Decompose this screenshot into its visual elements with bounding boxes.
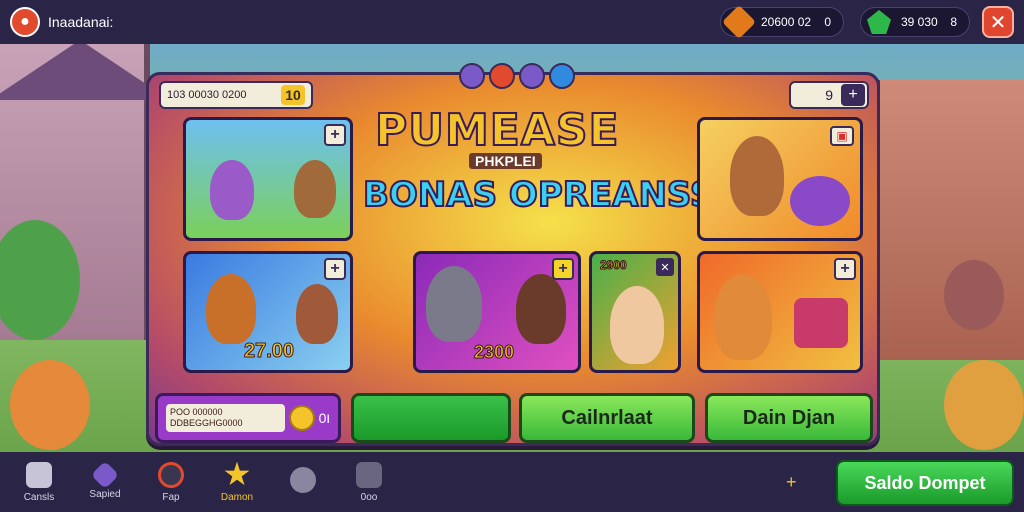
balance-display: 103 00030 0200 10 <box>159 81 313 109</box>
offer-card-6[interactable]: + <box>697 251 863 373</box>
rank-plus-button[interactable]: + <box>841 84 865 106</box>
gift-icon[interactable]: ▣ <box>830 126 854 146</box>
currency-gold-suffix: 0 <box>824 15 831 29</box>
balance-value: 103 00030 0200 <box>167 89 247 101</box>
coin-icon <box>288 405 315 431</box>
nav-label: Fap <box>162 491 180 503</box>
gear-icon <box>290 467 316 493</box>
add-icon[interactable]: + <box>834 258 856 280</box>
badge-icon-2[interactable] <box>489 63 515 89</box>
add-icon[interactable]: + <box>324 124 346 146</box>
close-icon[interactable]: ✕ <box>656 258 674 276</box>
character-cowboy <box>296 284 338 344</box>
rank-value: 9 <box>825 87 833 103</box>
badge-icon-3[interactable] <box>519 63 545 89</box>
promo-value: 0ו <box>318 410 330 426</box>
panel-secondary-title: BONAS OPREANSS <box>362 174 715 216</box>
offer-card-3[interactable]: + 27.00 <box>183 251 353 373</box>
star-icon <box>224 461 250 486</box>
offer-card-5[interactable]: 2900 ✕ <box>589 251 681 373</box>
character-raccoon <box>426 266 482 342</box>
character-pirate <box>516 274 566 344</box>
offer-card-2[interactable]: ▣ <box>697 117 863 241</box>
scroll-icon <box>356 461 382 488</box>
dain-button[interactable]: Dain Djan <box>705 393 873 443</box>
crystal-icon <box>90 460 120 489</box>
background-creature-yellow <box>944 360 1024 450</box>
offer-card-1[interactable]: + <box>183 117 353 241</box>
character-witch <box>206 274 256 344</box>
offer-card-4[interactable]: + 2300 <box>413 251 581 373</box>
background-house-right <box>874 80 1024 360</box>
card-5-price: 2900 <box>600 258 628 273</box>
currency-green-counter[interactable]: 39 030 8 <box>860 7 970 37</box>
purchase-panel: 103 00030 0200 10 9 + PUMEASE PHKPLEI BO… <box>146 63 880 446</box>
add-funds-icon[interactable]: + <box>786 472 797 493</box>
character-wizard <box>210 160 254 220</box>
event-badges <box>459 63 575 89</box>
background-roof-left <box>0 40 170 100</box>
panel-title: PUMEASE <box>374 104 620 157</box>
character-explorer <box>294 160 336 218</box>
treasure-bowl <box>790 176 850 226</box>
treasure-chest <box>794 298 848 348</box>
character-bear <box>714 274 772 360</box>
promo-text: POO 000000 DDBEGGHG0000 <box>166 404 285 432</box>
panel-bottom-row: POO 000000 DDBEGGHG0000 0ו Cailnrlaat Da… <box>155 393 873 443</box>
add-icon[interactable]: + <box>324 258 346 280</box>
card-4-price: 2300 <box>473 342 515 363</box>
rank-display: 9 + <box>789 81 869 109</box>
nav-item-cansls[interactable]: Cansls <box>6 452 72 512</box>
currency-gold-counter[interactable]: 20600 02 0 <box>720 5 844 39</box>
bottom-navigation: Cansls Sapied Fap Damon 0oo + Saldo Domp… <box>0 452 1024 512</box>
nav-item-fap[interactable]: Fap <box>138 452 204 512</box>
castle-icon <box>26 461 52 488</box>
gold-gem-icon <box>722 5 756 39</box>
app-logo-icon[interactable]: ● <box>10 7 40 37</box>
background-creature-red <box>944 260 1004 330</box>
character-adventurer <box>730 136 784 216</box>
nav-item-settings[interactable] <box>270 452 336 512</box>
confirm-button[interactable]: Cailnrlaat <box>519 393 695 443</box>
close-button[interactable]: ✕ <box>982 6 1014 38</box>
add-icon[interactable]: + <box>552 258 574 280</box>
action-button-blank[interactable] <box>351 393 511 443</box>
promo-box[interactable]: POO 000000 DDBEGGHG0000 0ו <box>155 393 341 443</box>
nav-item-damon[interactable]: Damon <box>204 452 270 512</box>
nav-item-ooo[interactable]: 0oo <box>336 452 402 512</box>
app-title: Inaadanai: <box>48 14 114 30</box>
currency-green-value: 39 030 <box>901 15 938 29</box>
background-creature-orange <box>10 360 90 450</box>
currency-green-suffix: 8 <box>950 15 957 29</box>
balance-badge[interactable]: 10 <box>281 85 305 105</box>
saldo-dompet-button[interactable]: Saldo Dompet <box>836 460 1014 506</box>
nav-label: Damon <box>220 491 254 503</box>
nav-label: 0oo <box>360 491 378 503</box>
badge-icon-1[interactable] <box>459 63 485 89</box>
nav-item-sapied[interactable]: Sapied <box>72 452 138 512</box>
character-farmer <box>610 286 664 364</box>
nav-label: Sapied <box>89 488 121 500</box>
badge-icon-4[interactable] <box>549 63 575 89</box>
green-gem-icon <box>867 10 891 34</box>
nav-label: Cansls <box>23 491 55 503</box>
currency-gold-value: 20600 02 <box>761 15 812 29</box>
card-3-price: 27.00 <box>243 340 295 363</box>
ring-icon <box>158 461 184 488</box>
panel-subtitle: PHKPLEI <box>469 153 542 169</box>
